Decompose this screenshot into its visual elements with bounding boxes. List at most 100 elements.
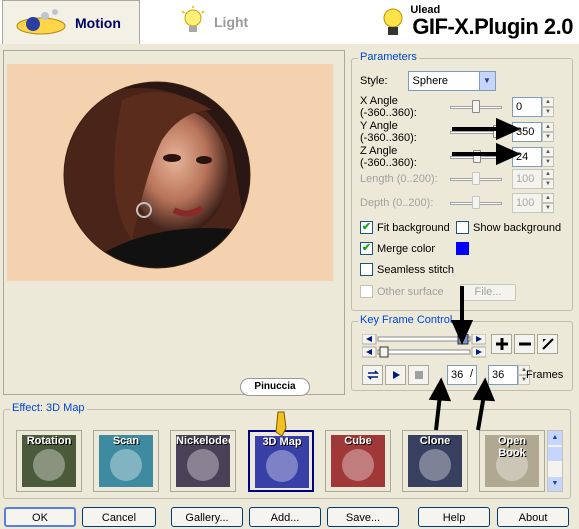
param-slider[interactable]	[450, 172, 502, 186]
param-up[interactable]: ▲	[542, 97, 554, 107]
help-button[interactable]: Help	[418, 507, 490, 527]
param-up[interactable]: ▲	[542, 147, 554, 157]
effect-preview-image: Rotation	[22, 435, 76, 487]
total-frames-stepper[interactable]: ▲▼	[488, 365, 530, 385]
stop-button[interactable]	[408, 365, 429, 385]
brand-small-text: Ulead	[410, 4, 441, 16]
seamless-stitch-checkbox[interactable]: Seamless stitch	[360, 263, 454, 276]
other-surface-box[interactable]	[360, 285, 373, 298]
effect-preview-image: 3D Map	[255, 436, 309, 488]
tab-motion[interactable]: Motion	[2, 0, 140, 44]
effect-thumbnail[interactable]: 3D Map	[248, 430, 314, 492]
show-background-box[interactable]	[456, 221, 469, 234]
motion-icon	[16, 8, 66, 34]
ok-button[interactable]: OK	[4, 507, 76, 527]
tab-light-label: Light	[214, 14, 249, 30]
gallery-button[interactable]: Gallery...	[171, 507, 243, 527]
param-slider-thumb[interactable]	[472, 100, 480, 113]
effect-thumbnail[interactable]: Clone	[402, 430, 468, 492]
scroll-up-icon[interactable]: ▲	[548, 431, 562, 445]
param-stepper[interactable]: ▲▼	[512, 122, 554, 142]
param-slider[interactable]	[450, 150, 502, 164]
merge-color-box[interactable]: ✔	[360, 242, 373, 255]
effect-label: Clone	[419, 435, 451, 447]
param-down[interactable]: ▼	[542, 107, 554, 117]
save-button[interactable]: Save...	[327, 507, 399, 527]
show-background-checkbox[interactable]: Show background	[456, 221, 561, 234]
param-slider[interactable]	[450, 125, 502, 139]
scroll-down-icon[interactable]: ▼	[548, 477, 562, 491]
lightbulb-icon	[181, 6, 205, 32]
param-slider[interactable]	[450, 196, 502, 210]
param-label: X Angle (-360..360):	[360, 95, 417, 119]
param-up[interactable]: ▲	[542, 169, 554, 179]
scroll-thumb[interactable]	[548, 447, 562, 461]
path-edit-icon	[541, 338, 554, 350]
parameters-group: Parameters Style: Sphere ▼ X Angle (-360…	[351, 51, 573, 311]
style-select[interactable]: Sphere ▼	[407, 71, 496, 91]
param-down[interactable]: ▼	[542, 203, 554, 213]
param-value-input[interactable]	[512, 147, 542, 167]
merge-color-checkbox[interactable]: ✔ Merge color	[360, 242, 435, 255]
lightbulb-logo-icon	[383, 8, 403, 35]
keyframe-path-button[interactable]	[537, 334, 558, 354]
param-value-input[interactable]	[512, 122, 542, 142]
style-select-value: Sphere	[412, 75, 448, 87]
effect-thumbnail[interactable]: Scan	[93, 430, 159, 492]
fit-background-label: Fit background	[377, 221, 450, 234]
effect-thumbnail[interactable]: Cube	[325, 430, 391, 492]
effects-group: Effect: 3D Map Rotation Scan Nickelodeon 3D…	[3, 402, 571, 499]
remove-keyframe-button[interactable]	[514, 334, 535, 354]
param-stepper[interactable]: ▲▼	[512, 97, 554, 117]
merge-color-swatch[interactable]	[456, 242, 469, 255]
param-value-input[interactable]	[512, 97, 542, 117]
param-slider[interactable]	[450, 100, 502, 114]
param-slider-thumb[interactable]	[473, 150, 482, 163]
param-label: Depth (0..200):	[360, 197, 434, 209]
effect-label: 3D Map	[262, 436, 302, 448]
play-button[interactable]	[385, 365, 406, 385]
effect-thumbnail[interactable]: Open Book	[479, 430, 545, 492]
add-keyframe-button[interactable]	[491, 334, 512, 354]
param-value-input[interactable]	[512, 169, 542, 189]
effect-label: Nickelodeon	[176, 435, 230, 447]
parameters-legend: Parameters	[358, 51, 419, 63]
param-slider-thumb[interactable]	[472, 172, 480, 185]
param-down[interactable]: ▼	[542, 132, 554, 142]
keyframe-timeline-slider[interactable]	[362, 334, 486, 358]
cancel-button[interactable]: Cancel	[82, 507, 156, 527]
tab-bar: Motion Light Ulead GIF-X.Plugin 2.0	[0, 0, 579, 44]
about-button[interactable]: About	[497, 507, 569, 527]
effect-preview-image: Clone	[408, 435, 462, 487]
param-stepper[interactable]: ▲▼	[512, 169, 554, 189]
effects-scrollbar[interactable]: ▲ ▼	[547, 430, 563, 492]
total-frames-input[interactable]	[488, 365, 518, 385]
effects-legend: Effect: 3D Map	[10, 402, 87, 414]
tab-light[interactable]: Light	[142, 0, 292, 44]
effect-preview-image: Cube	[331, 435, 385, 487]
param-slider-thumb[interactable]	[493, 125, 502, 138]
param-slider-thumb[interactable]	[472, 196, 480, 209]
merge-color-label: Merge color	[377, 242, 436, 255]
param-label: Z Angle (-360..360):	[360, 145, 417, 169]
param-value-input[interactable]	[512, 193, 542, 213]
key-frame-control-group: Key Frame Control 36 / 36 ▲ ▼ Frames	[351, 314, 573, 391]
param-down[interactable]: ▼	[542, 157, 554, 167]
param-stepper[interactable]: ▲▼	[512, 193, 554, 213]
param-up[interactable]: ▲	[542, 122, 554, 132]
sphere-preview-image	[63, 81, 251, 269]
effect-preview-image: Nickelodeon	[176, 435, 230, 487]
effect-thumbnail[interactable]: Nickelodeon	[170, 430, 236, 492]
fit-background-checkbox[interactable]: ✔ Fit background	[360, 221, 450, 234]
effect-thumbnail[interactable]: Rotation	[16, 430, 82, 492]
other-surface-checkbox[interactable]: Other surface	[360, 285, 444, 298]
fit-background-box[interactable]: ✔	[360, 221, 373, 234]
param-stepper[interactable]: ▲▼	[512, 147, 554, 167]
seamless-stitch-box[interactable]	[360, 263, 373, 276]
file-button[interactable]: File...	[460, 284, 516, 301]
param-down[interactable]: ▼	[542, 179, 554, 189]
chevron-down-icon[interactable]: ▼	[478, 72, 495, 90]
add-button[interactable]: Add...	[249, 507, 321, 527]
param-up[interactable]: ▲	[542, 193, 554, 203]
loop-button[interactable]	[362, 365, 383, 385]
